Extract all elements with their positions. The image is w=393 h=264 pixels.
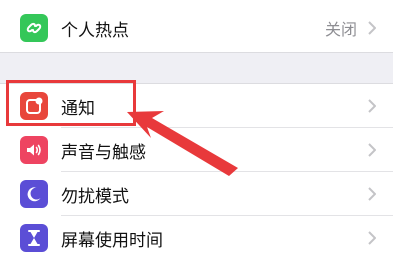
highlight-box [6, 80, 136, 126]
sounds-haptics-label: 声音与触感 [61, 142, 146, 163]
chevron-right-icon [365, 20, 379, 36]
screen-time-label: 屏幕使用时间 [61, 230, 163, 251]
chevron-right-icon [365, 98, 379, 114]
settings-row-sounds-haptics[interactable]: 声音与触感 [0, 128, 393, 172]
settings-row-do-not-disturb[interactable]: 勿扰模式 [0, 172, 393, 216]
settings-row-screen-time[interactable]: 屏幕使用时间 [0, 216, 393, 260]
moon-icon [20, 180, 48, 208]
personal-hotspot-status: 关闭 [324, 20, 357, 39]
link-icon [20, 14, 48, 42]
chevron-right-icon [365, 230, 379, 246]
settings-group-connectivity: 个人热点 关闭 [0, 0, 393, 53]
hourglass-icon [20, 224, 48, 252]
chevron-right-icon [365, 142, 379, 158]
settings-row-personal-hotspot[interactable]: 个人热点 关闭 [0, 6, 393, 50]
speaker-icon [20, 136, 48, 164]
personal-hotspot-label: 个人热点 [61, 20, 129, 41]
chevron-right-icon [365, 186, 379, 202]
do-not-disturb-label: 勿扰模式 [61, 186, 129, 207]
